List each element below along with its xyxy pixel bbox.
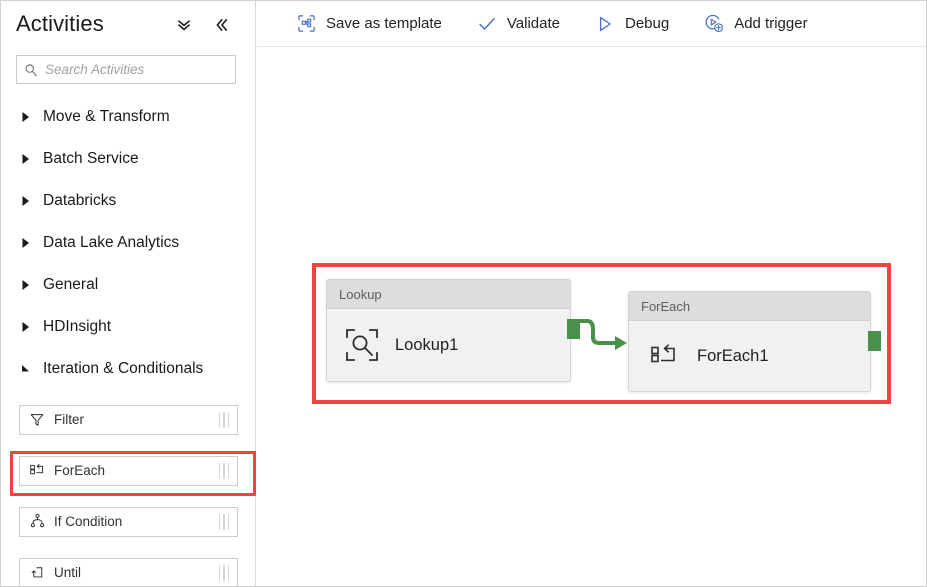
toolbar-button-label: Save as template bbox=[326, 15, 442, 32]
drag-handle-icon[interactable] bbox=[218, 411, 229, 428]
play-outline-icon bbox=[594, 13, 616, 35]
activity-item-label: Filter bbox=[54, 412, 84, 427]
activity-item-filter[interactable]: Filter bbox=[19, 404, 238, 435]
sidebar-category-move-transform[interactable]: Move & Transform bbox=[1, 96, 256, 138]
caret-right-icon bbox=[17, 150, 35, 168]
node-header: ForEach bbox=[629, 292, 870, 321]
checkmark-icon bbox=[476, 13, 498, 35]
sidebar-header: Activities bbox=[1, 1, 256, 48]
drag-handle-icon[interactable] bbox=[218, 462, 229, 479]
activities-sidebar: Activities Search Activities Move & Tran… bbox=[1, 1, 256, 587]
activity-item-until[interactable]: Until bbox=[19, 557, 238, 587]
caret-right-icon bbox=[17, 234, 35, 252]
adf-pipeline-editor: Activities Search Activities Move & Tran… bbox=[0, 0, 927, 587]
add-trigger-icon bbox=[703, 13, 725, 35]
template-icon bbox=[295, 13, 317, 35]
toolbar-button-label: Validate bbox=[506, 15, 560, 32]
activity-item-label: Until bbox=[54, 565, 82, 580]
activity-item-foreach[interactable]: ForEach bbox=[19, 455, 238, 486]
pipeline-node-foreach[interactable]: ForEach ForEach1 bbox=[628, 291, 871, 392]
sidebar-category-label: Databricks bbox=[43, 192, 117, 209]
page-title: Activities bbox=[16, 11, 104, 36]
validate-button[interactable]: Validate bbox=[476, 8, 560, 40]
sidebar-category-hdinsight[interactable]: HDInsight bbox=[1, 306, 256, 348]
pipeline-node-lookup[interactable]: Lookup Lookup1 bbox=[326, 279, 571, 382]
caret-right-icon bbox=[17, 192, 35, 210]
activity-item-label: If Condition bbox=[54, 514, 123, 529]
foreach-loop-icon bbox=[20, 457, 54, 485]
search-icon bbox=[17, 56, 45, 83]
search-input[interactable] bbox=[45, 57, 235, 82]
activity-category-list: Move & Transform Batch Service Databrick… bbox=[1, 96, 256, 390]
caret-right-icon bbox=[17, 276, 35, 294]
node-name-label: ForEach1 bbox=[697, 346, 769, 365]
funnel-icon bbox=[20, 406, 54, 434]
activity-slot-foreach: ForEach bbox=[1, 445, 256, 496]
activity-item-label: ForEach bbox=[54, 463, 106, 478]
activity-item-list: Filter ForEach If Condition Until bbox=[1, 394, 256, 587]
sidebar-category-data-lake-analytics[interactable]: Data Lake Analytics bbox=[1, 222, 256, 264]
add-trigger-button[interactable]: Add trigger bbox=[703, 8, 808, 40]
sidebar-category-label: Data Lake Analytics bbox=[43, 234, 180, 251]
node-name-label: Lookup1 bbox=[395, 335, 459, 354]
double-chevron-down-icon[interactable] bbox=[173, 15, 195, 35]
pipeline-toolbar: Save as template Validate Debug Add trig… bbox=[257, 1, 926, 47]
sidebar-category-databricks[interactable]: Databricks bbox=[1, 180, 256, 222]
sidebar-category-label: General bbox=[43, 276, 99, 293]
caret-down-icon bbox=[17, 360, 35, 378]
search-box[interactable] bbox=[16, 55, 236, 84]
sidebar-category-label: Move & Transform bbox=[43, 108, 170, 125]
sidebar-category-label: Batch Service bbox=[43, 150, 139, 167]
sidebar-category-general[interactable]: General bbox=[1, 264, 256, 306]
save-as-template-button[interactable]: Save as template bbox=[295, 8, 442, 40]
caret-right-icon bbox=[17, 318, 35, 336]
node-output-port-foreach[interactable] bbox=[868, 331, 881, 351]
sidebar-category-iteration-conditionals[interactable]: Iteration & Conditionals bbox=[1, 348, 256, 390]
node-type-label: Lookup bbox=[339, 286, 382, 302]
drag-handle-icon[interactable] bbox=[218, 513, 229, 530]
node-header: Lookup bbox=[327, 280, 570, 309]
drag-handle-icon[interactable] bbox=[218, 564, 229, 581]
node-output-port-lookup[interactable] bbox=[567, 319, 580, 339]
activity-item-if-condition[interactable]: If Condition bbox=[19, 506, 238, 537]
toolbar-button-label: Add trigger bbox=[734, 15, 808, 32]
sidebar-category-label: HDInsight bbox=[43, 318, 112, 335]
activity-slot-filter: Filter bbox=[1, 394, 256, 445]
toolbar-button-label: Debug bbox=[625, 15, 670, 32]
branch-icon bbox=[20, 508, 54, 536]
until-loop-icon bbox=[20, 559, 54, 587]
sidebar-category-batch-service[interactable]: Batch Service bbox=[1, 138, 256, 180]
pipeline-canvas[interactable]: Lookup Lookup1 ForEach ForEach1 bbox=[257, 48, 926, 586]
double-chevron-left-icon[interactable] bbox=[211, 15, 233, 35]
caret-right-icon bbox=[17, 108, 35, 126]
node-body: Lookup1 bbox=[327, 309, 570, 381]
sidebar-category-label: Iteration & Conditionals bbox=[43, 360, 204, 377]
node-body: ForEach1 bbox=[629, 321, 870, 391]
activity-slot-if-condition: If Condition bbox=[1, 496, 256, 547]
lookup-magnifier-icon bbox=[343, 326, 381, 364]
activity-slot-until: Until bbox=[1, 547, 256, 587]
debug-button[interactable]: Debug bbox=[594, 8, 669, 40]
